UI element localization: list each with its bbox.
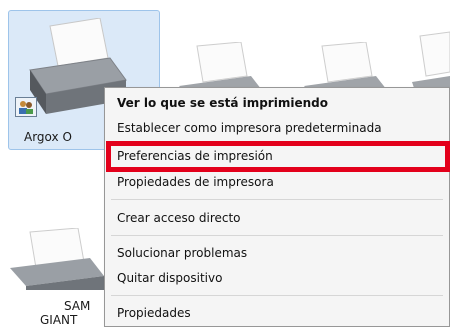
menu-separator [111, 199, 443, 200]
printer-icon[interactable] [8, 228, 104, 290]
device-label: GIANT [40, 313, 78, 327]
menu-item-crear-acceso-directo[interactable]: Crear acceso directo [117, 208, 241, 228]
highlight-box [106, 141, 450, 172]
menu-item-quitar-dispositivo[interactable]: Quitar dispositivo [117, 268, 222, 288]
user-badge-icon [15, 97, 37, 117]
menu-item-solucionar-problemas[interactable]: Solucionar problemas [117, 243, 247, 263]
device-label: SAM [64, 299, 91, 313]
menu-item-ver-impresion[interactable]: Ver lo que se está imprimiendo [117, 93, 328, 113]
menu-separator [111, 295, 443, 296]
menu-item-propiedades-impresora[interactable]: Propiedades de impresora [117, 172, 274, 192]
menu-item-propiedades[interactable]: Propiedades [117, 303, 191, 323]
context-menu: Ver lo que se está imprimiendo Establece… [104, 87, 450, 327]
menu-item-establecer-predeterminada[interactable]: Establecer como impresora predeterminada [117, 118, 382, 138]
menu-separator [111, 235, 443, 236]
device-label: Argox O [24, 130, 72, 144]
